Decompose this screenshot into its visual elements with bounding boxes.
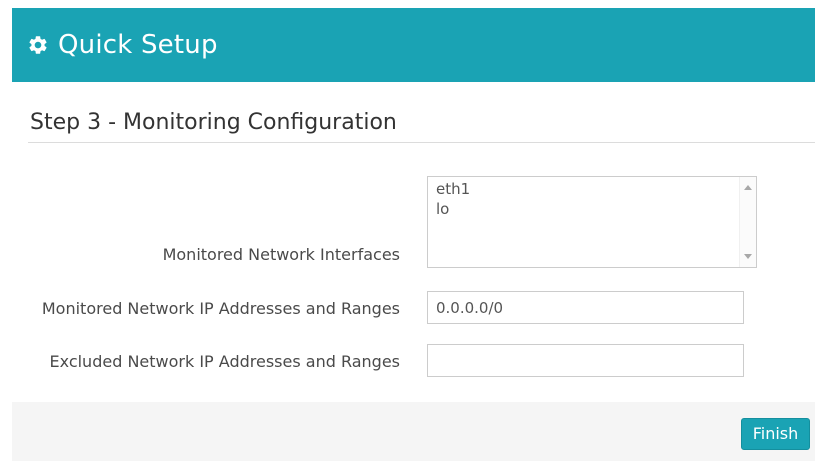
setup-form: Step 3 - Monitoring Configuration Monito…: [12, 82, 815, 402]
interfaces-listbox[interactable]: eth1 lo: [427, 176, 757, 268]
gear-icon: [26, 33, 50, 57]
monitored-ranges-label: Monitored Network IP Addresses and Range…: [41, 299, 400, 318]
finish-button[interactable]: Finish: [741, 418, 810, 450]
divider: [28, 142, 815, 143]
monitored-ranges-input[interactable]: [427, 291, 744, 324]
list-item[interactable]: eth1: [428, 179, 756, 199]
excluded-ranges-label: Excluded Network IP Addresses and Ranges: [49, 352, 400, 371]
listbox-scrollbar[interactable]: [739, 177, 756, 267]
quick-setup-header: Quick Setup: [12, 8, 815, 82]
quick-setup-page: Quick Setup Step 3 - Monitoring Configur…: [0, 0, 815, 461]
page-title: Quick Setup: [58, 30, 218, 60]
excluded-ranges-input[interactable]: [427, 344, 744, 377]
scroll-down-icon[interactable]: [744, 254, 752, 259]
list-item[interactable]: lo: [428, 199, 756, 219]
footer-bar: Finish: [12, 402, 815, 461]
scroll-up-icon[interactable]: [744, 185, 752, 190]
interfaces-label: Monitored Network Interfaces: [162, 245, 400, 264]
step-title: Step 3 - Monitoring Configuration: [30, 110, 397, 135]
